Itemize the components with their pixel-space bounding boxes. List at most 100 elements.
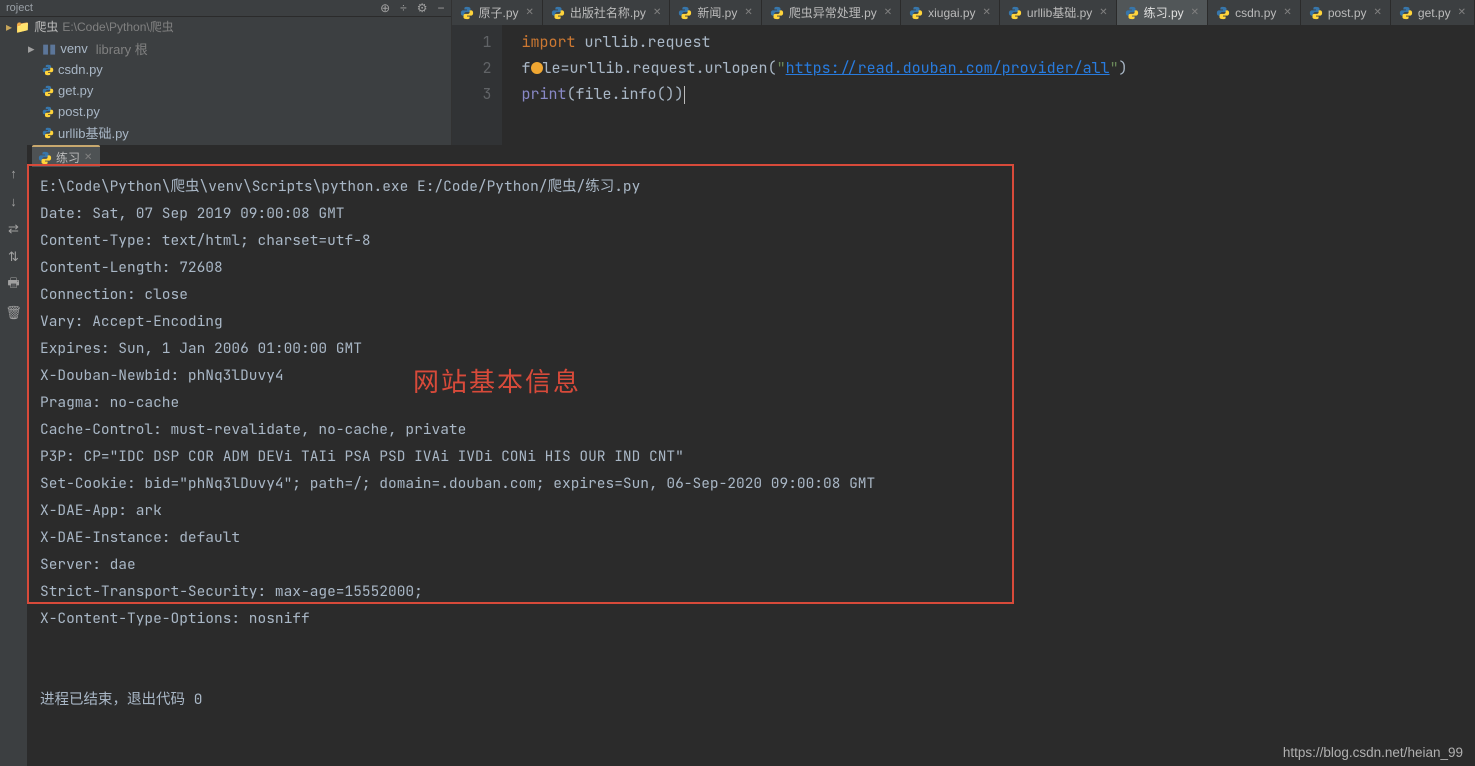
- code-token: urllib.request: [576, 32, 711, 52]
- code-text[interactable]: import urllib.request fle=urllib.request…: [502, 25, 1475, 145]
- gutter: 1 2 3: [452, 25, 502, 145]
- console-tabs: 练习 ✕: [28, 145, 1475, 167]
- editor-tab[interactable]: 练习.py ✕: [1117, 0, 1208, 25]
- python-icon: [1008, 6, 1022, 20]
- editor-tab[interactable]: xiugai.py✕: [901, 0, 1000, 25]
- editor-tab-label: 新闻.py: [697, 4, 737, 21]
- project-panel-header: roject ⊕ ÷ ⚙ −: [0, 0, 451, 17]
- line-number: 1: [452, 29, 492, 55]
- close-icon[interactable]: ✕: [653, 7, 661, 18]
- tree-item-label: urllib基础.py: [58, 123, 129, 142]
- console-panel: ↑ ↓ ⇄ ⇅ 🖶 🗑 练习 ✕ E:\Code\Python\爬虫\venv\Scrip…: [0, 145, 1475, 766]
- close-icon[interactable]: ✕: [1191, 7, 1199, 18]
- breadcrumb-root[interactable]: 爬虫: [34, 18, 58, 35]
- tree-item-hint: library 根: [96, 39, 148, 58]
- breadcrumb-path: E:\Code\Python\爬虫: [62, 18, 173, 35]
- caret: [684, 86, 685, 104]
- editor-tabs: 原子.py✕出版社名称.py✕新闻.py✕爬虫异常处理.py✕xiugai.py…: [452, 0, 1475, 25]
- chevron-right-icon[interactable]: ▸: [28, 41, 38, 57]
- close-icon[interactable]: ✕: [526, 7, 534, 18]
- console-tool-4[interactable]: 🖶: [6, 277, 22, 293]
- code-token: =urllib.request.urlopen(: [561, 58, 777, 78]
- python-icon: [42, 64, 54, 76]
- python-icon: [42, 85, 54, 97]
- editor-tab-label: urllib基础.py: [1027, 4, 1092, 21]
- editor-tab[interactable]: post.py ✕: [1301, 0, 1391, 25]
- code-token: file.info(): [576, 84, 675, 104]
- gear-icon[interactable]: ⚙: [417, 1, 428, 15]
- project-panel-title: roject: [6, 2, 380, 14]
- close-icon[interactable]: ✕: [1099, 7, 1107, 18]
- project-tree: ▸ ▮▮ venv library 根 csdn.py get.py post.py…: [0, 36, 451, 145]
- breadcrumb: ▸ 📁 爬虫 E:\Code\Python\爬虫: [0, 17, 451, 36]
- close-icon[interactable]: ✕: [1374, 7, 1382, 18]
- editor-tab[interactable]: 出版社名称.py ✕: [543, 0, 670, 25]
- bulb-icon[interactable]: [531, 62, 543, 74]
- code-token: le: [543, 58, 561, 78]
- console-tool-2[interactable]: ⇄: [6, 221, 22, 237]
- editor-tab[interactable]: urllib基础.py ✕: [1000, 0, 1117, 25]
- tree-file[interactable]: urllib基础.py: [0, 122, 451, 143]
- editor-tab-label: 爬虫异常处理.py: [789, 4, 877, 21]
- code-editor[interactable]: 1 2 3 import urllib.request fle=urllib.r…: [452, 25, 1475, 145]
- split-icon[interactable]: ÷: [400, 1, 407, 15]
- console-tool-3[interactable]: ⇅: [6, 249, 22, 265]
- python-icon: [1399, 6, 1413, 20]
- editor-tab[interactable]: 新闻.py ✕: [670, 0, 761, 25]
- builtin: print: [522, 84, 567, 104]
- code-token: ): [675, 84, 684, 104]
- editor-tab-label: post.py: [1328, 6, 1367, 20]
- python-icon: [42, 106, 54, 118]
- url-link[interactable]: https://read.douban.com/provider/all: [786, 58, 1110, 78]
- console-output[interactable]: E:\Code\Python\爬虫\venv\Scripts\python.ex…: [28, 167, 1475, 766]
- folder-icon: ▮▮: [42, 41, 56, 57]
- project-panel: roject ⊕ ÷ ⚙ − ▸ 📁 爬虫 E:\Code\Python\爬虫 …: [0, 0, 451, 145]
- close-icon[interactable]: ✕: [84, 152, 92, 163]
- python-icon: [1216, 6, 1230, 20]
- python-icon: [460, 6, 474, 20]
- minimize-icon[interactable]: −: [438, 1, 445, 15]
- editor-tab-label: get.py: [1418, 6, 1451, 20]
- python-icon: [909, 6, 923, 20]
- tree-item-label: get.py: [58, 83, 93, 98]
- close-icon[interactable]: ✕: [744, 7, 752, 18]
- editor-tab-label: 原子.py: [479, 4, 519, 21]
- code-token: f: [522, 58, 531, 78]
- close-icon[interactable]: ✕: [884, 7, 892, 18]
- console-toolbar: ↑ ↓ ⇄ ⇅ 🖶 🗑: [0, 145, 28, 766]
- keyword: import: [522, 32, 576, 52]
- line-number: 3: [452, 81, 492, 107]
- editor-tab[interactable]: get.py ✕: [1391, 0, 1475, 25]
- python-icon: [678, 6, 692, 20]
- editor-area: 原子.py✕出版社名称.py✕新闻.py✕爬虫异常处理.py✕xiugai.py…: [451, 0, 1475, 145]
- line-number: 2: [452, 55, 492, 81]
- folder-icon: ▸ 📁: [6, 20, 30, 34]
- python-icon: [770, 6, 784, 20]
- console-tool-5[interactable]: 🗑: [6, 305, 22, 321]
- tree-item-label: post.py: [58, 104, 100, 119]
- annotation-label: 网站基本信息: [413, 362, 581, 399]
- console-tool-0[interactable]: ↑: [6, 165, 22, 181]
- close-icon[interactable]: ✕: [1458, 7, 1466, 18]
- editor-tab-label: 出版社名称.py: [570, 4, 646, 21]
- target-icon[interactable]: ⊕: [380, 1, 390, 15]
- console-tab-active[interactable]: 练习 ✕: [32, 145, 100, 167]
- tree-file[interactable]: get.py: [0, 80, 451, 101]
- tree-item-label: csdn.py: [58, 62, 103, 77]
- tree-file[interactable]: post.py: [0, 101, 451, 122]
- tree-folder-venv[interactable]: ▸ ▮▮ venv library 根: [0, 38, 451, 59]
- editor-tab[interactable]: csdn.py ✕: [1208, 0, 1301, 25]
- python-icon: [551, 6, 565, 20]
- close-icon[interactable]: ✕: [983, 7, 991, 18]
- editor-tab[interactable]: 原子.py ✕: [452, 0, 543, 25]
- console-tool-1[interactable]: ↓: [6, 193, 22, 209]
- python-icon: [38, 151, 52, 165]
- python-icon: [1125, 6, 1139, 20]
- editor-tab-label: csdn.py: [1235, 6, 1276, 20]
- editor-tab[interactable]: 爬虫异常处理.py ✕: [762, 0, 901, 25]
- code-token: ): [1119, 58, 1128, 78]
- tree-file[interactable]: csdn.py: [0, 59, 451, 80]
- close-icon[interactable]: ✕: [1283, 7, 1291, 18]
- editor-tab-label: 练习.py: [1144, 4, 1184, 21]
- watermark: https://blog.csdn.net/heian_99: [1283, 745, 1463, 760]
